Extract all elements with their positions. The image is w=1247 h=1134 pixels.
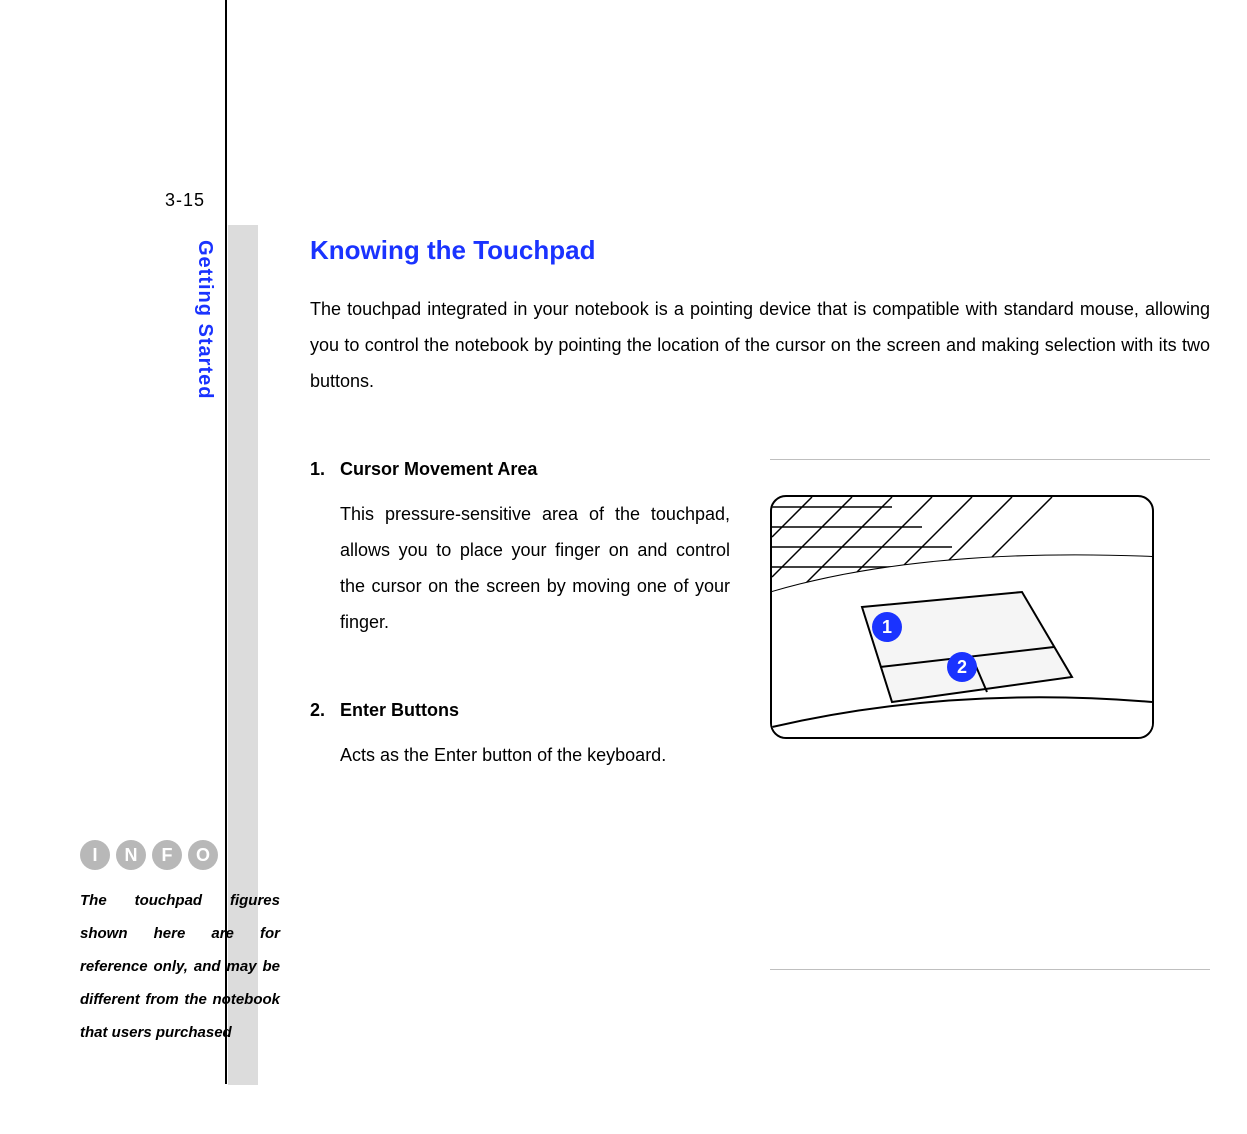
definitions-column: 1.Cursor Movement Area This pressure-sen… [310,459,730,970]
item-heading: Cursor Movement Area [340,459,537,479]
item-body: Acts as the Enter button of the keyboard… [340,737,730,773]
main-content: Knowing the Touchpad The touchpad integr… [310,235,1210,970]
figure-top-rule [770,459,1210,460]
info-glyph: I [80,840,110,870]
top-vertical-rule [225,0,227,184]
intro-paragraph: The touchpad integrated in your notebook… [310,291,1210,399]
info-note-text: The touchpad figures shown here are for … [80,884,280,1049]
item-heading: Enter Buttons [340,700,459,720]
manual-page: 3-15 Getting Started Knowing the Touchpa… [0,0,1247,1134]
callout-badge-2: 2 [947,652,977,682]
item-number: 2. [310,700,340,721]
callout-badge-1: 1 [872,612,902,642]
figure-column: 1 2 [770,459,1210,970]
touchpad-illustration [772,497,1152,737]
info-icon-row: I N F O [80,840,280,870]
item-body: This pressure-sensitive area of the touc… [340,496,730,640]
list-item: 1.Cursor Movement Area This pressure-sen… [310,459,730,640]
info-glyph: F [152,840,182,870]
figure-bottom-rule [770,969,1210,970]
page-number: 3-15 [165,190,205,211]
info-glyph: O [188,840,218,870]
touchpad-figure: 1 2 [770,495,1154,739]
section-tab: Getting Started [193,240,216,399]
page-title: Knowing the Touchpad [310,235,1210,266]
info-sidebar: I N F O The touchpad figures shown here … [80,840,280,1049]
list-item: 2.Enter Buttons Acts as the Enter button… [310,700,730,773]
info-glyph: N [116,840,146,870]
item-number: 1. [310,459,340,480]
